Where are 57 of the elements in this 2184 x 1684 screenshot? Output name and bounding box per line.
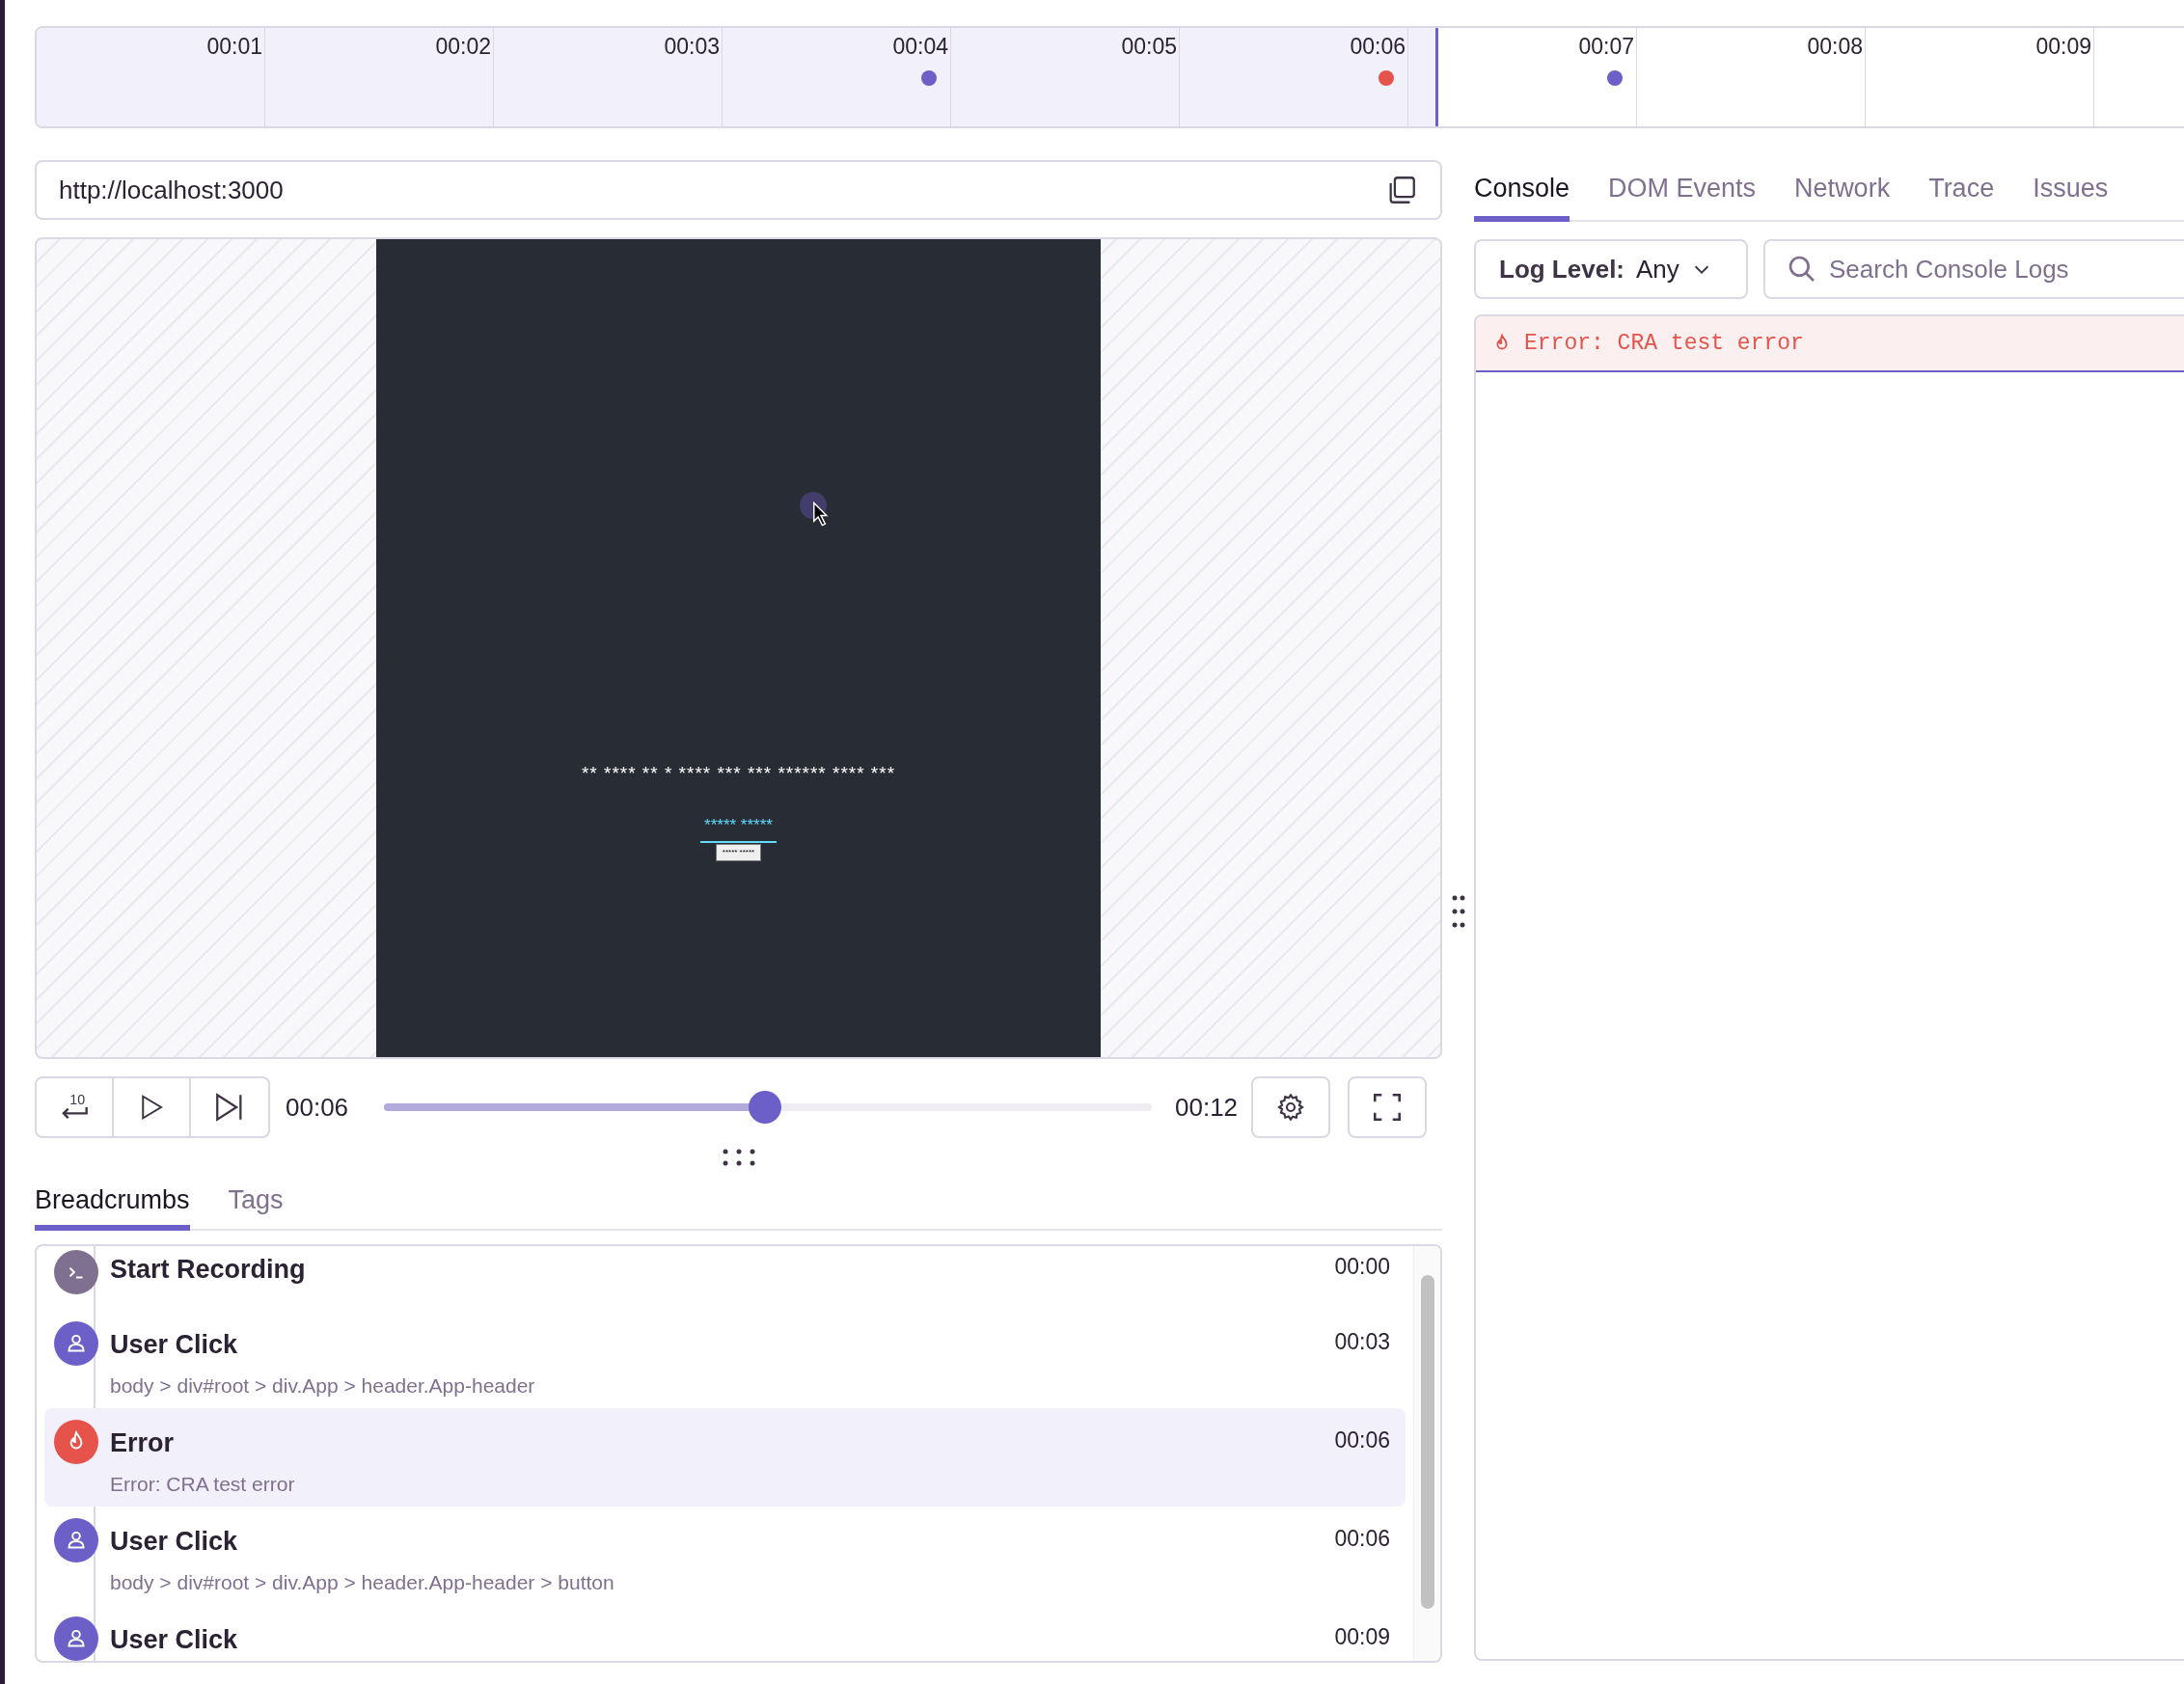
masked-button[interactable]: ***** ***** bbox=[715, 844, 762, 861]
log-message: Error: CRA test error bbox=[1524, 329, 1804, 358]
tick-label: 00:02 bbox=[435, 33, 492, 61]
tick-label: 00:03 bbox=[664, 33, 721, 61]
url-text: http://localhost:3000 bbox=[59, 174, 285, 206]
breadcrumb-description: Error: CRA test error bbox=[110, 1471, 296, 1497]
current-time: 00:06 bbox=[286, 1091, 350, 1124]
breadcrumb-item[interactable]: User Click body > div#root > div.App > header.App-header > button 00:06 bbox=[44, 1507, 1406, 1605]
tab[interactable]: Trace bbox=[1928, 160, 1995, 222]
tick-label: 00:06 bbox=[1350, 33, 1406, 61]
search-input[interactable]: Search Console Logs bbox=[1829, 250, 2184, 288]
log-level-dropdown[interactable]: Log Level: Any bbox=[1474, 239, 1748, 299]
breadcrumb-title: User Click bbox=[110, 1329, 239, 1361]
resize-handle-icon[interactable] bbox=[1450, 895, 1466, 928]
breadcrumb-item[interactable]: User Click 00:09 bbox=[44, 1605, 1406, 1661]
log-level-label: Log Level: bbox=[1499, 253, 1624, 285]
fullscreen-button[interactable] bbox=[1348, 1076, 1428, 1138]
event-marker[interactable] bbox=[1607, 70, 1623, 86]
cursor-icon bbox=[812, 502, 830, 527]
breadcrumb-description: body > div#root > div.App > header.App-header bbox=[110, 1372, 536, 1399]
scrubber-thumb[interactable] bbox=[748, 1091, 781, 1124]
tick-label: 00:04 bbox=[892, 33, 949, 61]
log-level-value: Any bbox=[1636, 253, 1679, 285]
breadcrumb-time: 00:06 bbox=[1334, 1426, 1391, 1454]
masked-text: ** **** ** * **** *** *** ****** **** *** bbox=[581, 762, 896, 785]
breadcrumb-title: Start Recording bbox=[110, 1254, 307, 1286]
playhead[interactable] bbox=[1435, 28, 1439, 126]
tab[interactable]: Console bbox=[1474, 160, 1570, 222]
duration-time: 00:12 bbox=[1175, 1091, 1239, 1124]
timeline[interactable]: 00:01 00:02 00:03 00:04 00:05 00:06 00:07 00:08 00:09 bbox=[35, 26, 2184, 128]
settings-button[interactable] bbox=[1251, 1076, 1331, 1138]
breadcrumb-item[interactable]: User Click body > div#root > div.App > header.App-header 00:03 bbox=[44, 1310, 1406, 1408]
tick-label: 00:08 bbox=[1807, 33, 1864, 61]
tab[interactable]: DOM Events bbox=[1608, 160, 1757, 222]
scrollbar[interactable] bbox=[1413, 1246, 1440, 1661]
breadcrumb-description: body > div#root > div.App > header.App-header > button bbox=[110, 1569, 615, 1595]
tab[interactable]: Issues bbox=[2033, 160, 2109, 222]
scrubber-track[interactable] bbox=[384, 1091, 1152, 1124]
drag-handle-icon[interactable] bbox=[722, 1148, 755, 1167]
tick-label: 00:05 bbox=[1121, 33, 1178, 61]
scrollbar-thumb[interactable] bbox=[1420, 1275, 1434, 1609]
breadcrumb-time: 00:03 bbox=[1334, 1328, 1391, 1356]
tab[interactable]: Network bbox=[1794, 160, 1891, 222]
tick-label: 00:07 bbox=[1578, 33, 1635, 61]
breadcrumb-title: Error bbox=[110, 1427, 176, 1459]
breadcrumb-item[interactable]: Error Error: CRA test error 00:06 bbox=[44, 1408, 1406, 1507]
tick-label: 00:01 bbox=[206, 33, 263, 61]
search-field[interactable]: Search Console Logs bbox=[1763, 239, 2184, 299]
breadcrumb-title: User Click bbox=[110, 1624, 239, 1656]
tick-label: 00:09 bbox=[2035, 33, 2092, 61]
breadcrumb-time: 00:06 bbox=[1334, 1525, 1391, 1553]
breadcrumb-title: User Click bbox=[110, 1526, 239, 1558]
breadcrumb-item[interactable]: Start Recording 00:00 bbox=[44, 1246, 1406, 1310]
breadcrumb-time: 00:09 bbox=[1334, 1623, 1391, 1651]
breadcrumb-time: 00:00 bbox=[1334, 1253, 1391, 1281]
tab[interactable]: Breadcrumbs bbox=[35, 1175, 190, 1231]
tab[interactable]: Tags bbox=[228, 1175, 284, 1231]
